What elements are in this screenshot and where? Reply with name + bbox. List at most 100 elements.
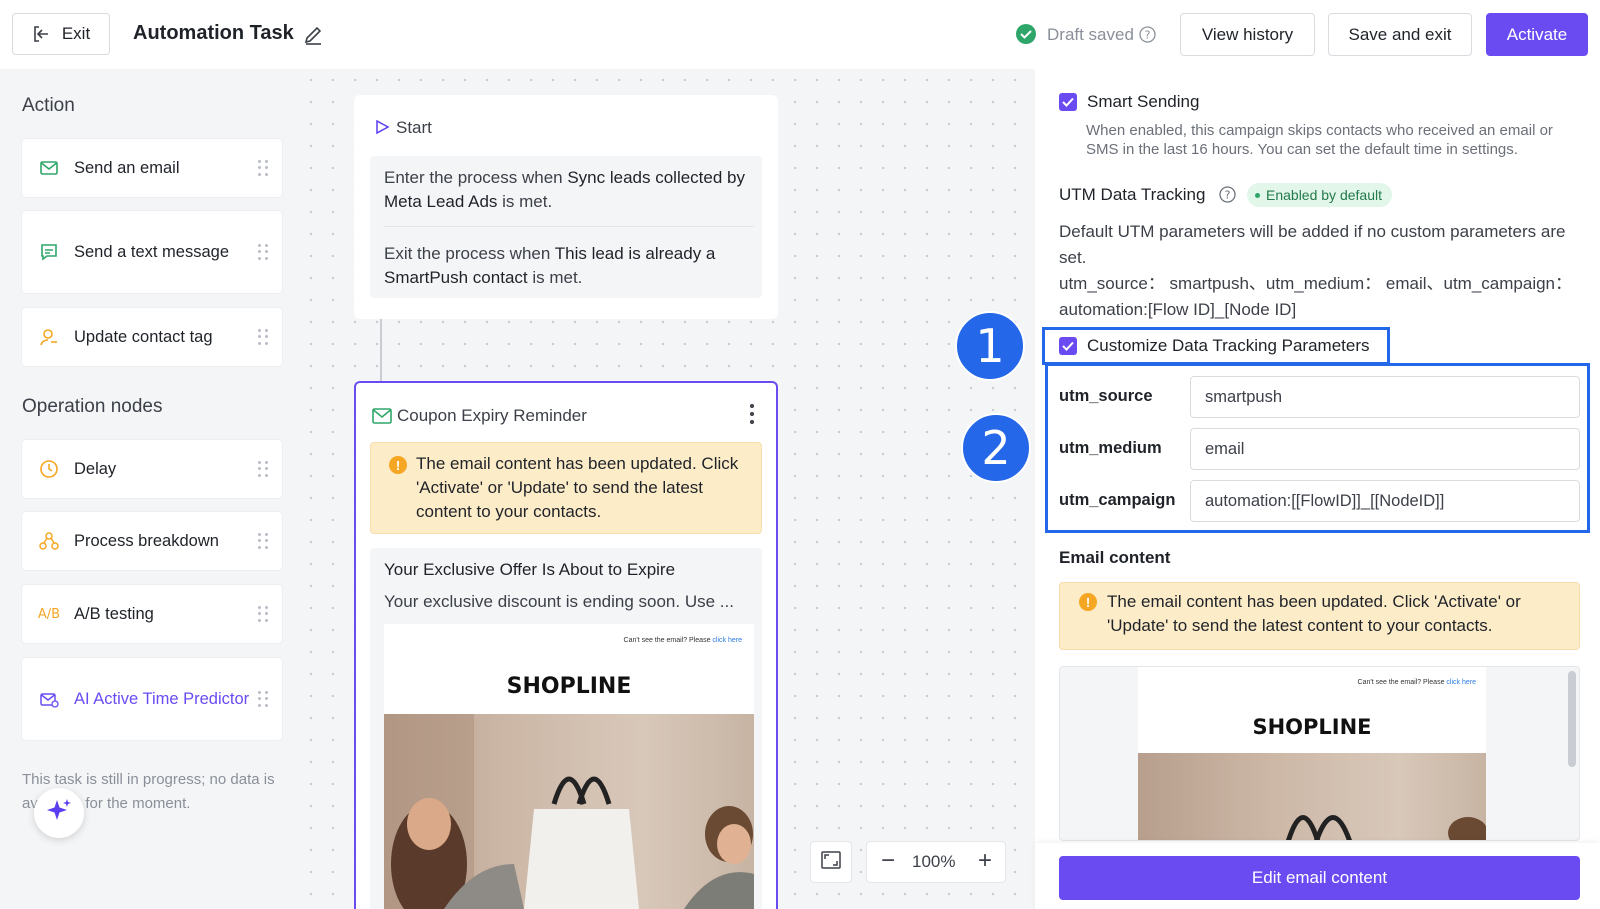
fit-screen-icon xyxy=(821,850,841,874)
zoom-out-icon[interactable]: − xyxy=(876,847,900,874)
operation-nodes-heading: Operation nodes xyxy=(22,396,163,417)
node-update-tag[interactable]: Update contact tag xyxy=(22,308,282,366)
warning-icon: ! xyxy=(389,456,407,474)
node-process-breakdown[interactable]: Process breakdown xyxy=(22,512,282,570)
page-title: Automation Task xyxy=(133,22,294,44)
utm-source-label: utm_source xyxy=(1059,387,1153,405)
utm-source-input[interactable]: smartpush xyxy=(1190,376,1580,418)
check-circle-icon xyxy=(1015,23,1037,50)
customize-tracking-checkbox[interactable] xyxy=(1059,337,1077,355)
exit-button[interactable]: Exit xyxy=(12,13,110,55)
enter-condition: Enter the process when Sync leads collec… xyxy=(384,168,745,211)
email-node-title: Coupon Expiry Reminder xyxy=(397,406,587,425)
email-preview-text: Your exclusive discount is ending soon. … xyxy=(384,592,734,611)
node-delay[interactable]: Delay xyxy=(22,440,282,498)
annotation-badge-2: 2 xyxy=(961,413,1031,483)
utm-medium-input[interactable]: email xyxy=(1190,428,1580,470)
utm-defaults-line2: automation:[Flow ID]_[Node ID] xyxy=(1059,300,1297,319)
edit-title-icon[interactable] xyxy=(302,24,324,51)
shopline-logo: SHOPLINE xyxy=(506,674,632,699)
node-send-email[interactable]: Send an email xyxy=(22,139,282,197)
zoom-level: 100% xyxy=(912,852,956,871)
help-icon[interactable]: ? xyxy=(1139,26,1156,48)
smart-sending-checkbox[interactable] xyxy=(1059,93,1077,111)
utm-campaign-input[interactable]: automation:[[FlowID]]_[[NodeID]] xyxy=(1190,480,1580,522)
node-label: Send an email xyxy=(74,159,180,177)
svg-text:?: ? xyxy=(1225,189,1231,202)
top-bar: Exit Automation Task Draft saved ? View … xyxy=(0,0,1600,69)
edit-email-content-button[interactable]: Edit email content xyxy=(1059,856,1580,900)
drag-handle-icon[interactable] xyxy=(258,461,268,477)
drag-handle-icon[interactable] xyxy=(258,691,268,707)
check-icon xyxy=(1062,341,1074,351)
exit-condition: Exit the process when This lead is alrea… xyxy=(384,244,716,287)
node-ai-active-time[interactable]: AI Active Time Predictor xyxy=(22,658,282,740)
email-subject: Your Exclusive Offer Is About to Expire xyxy=(384,560,676,579)
hero-photo xyxy=(1138,753,1486,840)
drag-handle-icon[interactable] xyxy=(258,244,268,260)
user-tag-icon xyxy=(38,326,60,348)
divider xyxy=(384,226,754,227)
status-dot xyxy=(1255,192,1260,198)
drag-handle-icon[interactable] xyxy=(258,329,268,345)
fit-view-button[interactable] xyxy=(810,841,852,883)
hero-photo xyxy=(384,714,754,909)
play-icon xyxy=(374,119,390,140)
node-warning-text: The email content has been updated. Clic… xyxy=(416,454,739,521)
cant-see-text: Can't see the email? Please click here xyxy=(623,637,742,644)
utm-desc: Default UTM parameters will be added if … xyxy=(1059,222,1566,267)
help-icon[interactable]: ? xyxy=(1219,186,1236,208)
email-thumbnail: Can't see the email? Please click here S… xyxy=(1138,667,1486,840)
node-send-text[interactable]: Send a text message xyxy=(22,211,282,293)
email-thumbnail: Can't see the email? Please click here S… xyxy=(384,624,754,909)
sms-icon xyxy=(38,241,60,263)
shopping-bag-photo xyxy=(1286,815,1486,840)
ai-mail-icon xyxy=(38,688,60,710)
save-and-exit-button[interactable]: Save and exit xyxy=(1328,13,1472,56)
email-content-heading: Email content xyxy=(1059,548,1171,567)
smart-sending-desc: When enabled, this campaign skips contac… xyxy=(1086,122,1553,158)
ai-assistant-button[interactable] xyxy=(34,788,84,838)
action-heading: Action xyxy=(22,95,75,116)
view-history-button[interactable]: View history xyxy=(1180,13,1315,56)
scrollbar-thumb[interactable] xyxy=(1568,671,1576,767)
clock-icon xyxy=(38,458,60,480)
sparkle-icon xyxy=(44,796,74,831)
mail-icon xyxy=(372,407,392,430)
drag-handle-icon[interactable] xyxy=(258,160,268,176)
warning-icon: ! xyxy=(1079,593,1097,611)
email-content-preview[interactable]: Can't see the email? Please click here S… xyxy=(1059,666,1580,841)
shopline-logo: SHOPLINE xyxy=(1252,715,1372,739)
start-label: Start xyxy=(396,118,432,137)
draft-status: Draft saved xyxy=(1047,25,1134,44)
node-label: Update contact tag xyxy=(74,328,213,346)
shopping-bag-photo xyxy=(384,714,754,909)
cant-see-text: Can't see the email? Please click here xyxy=(1357,679,1476,686)
branch-icon xyxy=(38,530,60,552)
drag-handle-icon[interactable] xyxy=(258,606,268,622)
exit-icon xyxy=(32,25,50,43)
drag-handle-icon[interactable] xyxy=(258,533,268,549)
mail-icon xyxy=(38,157,60,179)
check-icon xyxy=(1062,97,1074,107)
exit-label: Exit xyxy=(61,24,91,43)
node-label: Send a text message xyxy=(74,243,230,261)
utm-enabled-badge: Enabled by default xyxy=(1247,183,1392,207)
annotation-badge-1: 1 xyxy=(955,311,1025,381)
activate-button[interactable]: Activate xyxy=(1486,13,1588,56)
node-label: Process breakdown xyxy=(74,532,219,550)
node-label: A/B testing xyxy=(74,605,154,623)
node-label: AI Active Time Predictor xyxy=(74,690,250,708)
smart-sending-label: Smart Sending xyxy=(1087,92,1200,111)
svg-text:?: ? xyxy=(1145,29,1151,42)
zoom-in-icon[interactable]: + xyxy=(973,847,997,874)
utm-medium-label: utm_medium xyxy=(1059,439,1162,457)
ab-icon: A/B xyxy=(37,606,61,622)
utm-campaign-label: utm_campaign xyxy=(1059,491,1176,509)
node-ab-testing[interactable]: A/B A/B testing xyxy=(22,585,282,643)
email-warning-text: The email content has been updated. Clic… xyxy=(1107,592,1521,635)
utm-heading: UTM Data Tracking xyxy=(1059,185,1206,204)
customize-tracking-label: Customize Data Tracking Parameters xyxy=(1087,336,1370,355)
utm-defaults-line1: utm_source： smartpush、utm_medium： email、… xyxy=(1059,274,1573,293)
more-options-icon[interactable] xyxy=(746,402,758,426)
